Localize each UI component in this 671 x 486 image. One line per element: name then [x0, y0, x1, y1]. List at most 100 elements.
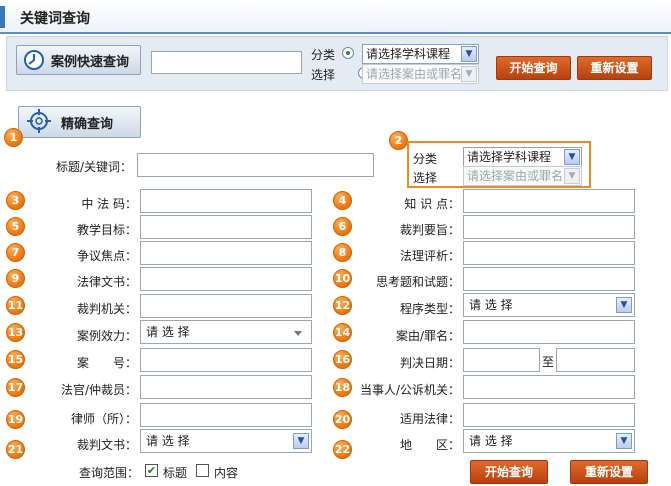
callout-number: 9: [6, 269, 25, 288]
scope-content-label: 内容: [214, 466, 239, 480]
precise-reason-value: 请选择案由或罪名: [467, 169, 564, 183]
label-legal-doc: 法律文书：: [76, 275, 137, 289]
label-cause: 案由/罪名：: [395, 329, 460, 343]
precise-search-label: 精确查询: [61, 116, 114, 132]
legal-doc-input[interactable]: [140, 267, 312, 291]
label-judicial-organ: 裁判机关：: [76, 302, 137, 316]
callout-number: 13: [6, 323, 25, 342]
quick-course-select[interactable]: 请选择学科课程 ▼: [362, 44, 479, 64]
callout-number: 6: [333, 217, 352, 236]
judgment-doc-select[interactable]: 请 选 择 ▼: [140, 429, 312, 453]
party-input[interactable]: [463, 375, 635, 399]
questions-input[interactable]: [463, 267, 635, 291]
callout-number: 21: [6, 440, 25, 459]
label-lawyer: 律师（所）：: [70, 412, 137, 426]
label-judge: 法官/仲裁员：: [60, 383, 137, 397]
scope-title-label: 标题: [163, 466, 188, 480]
quick-search-button[interactable]: 案例快速查询: [16, 45, 141, 75]
callout-number: 2: [389, 131, 408, 150]
date-to-label: 至: [542, 355, 555, 369]
case-effect-select[interactable]: 请 选 择: [140, 320, 312, 344]
keyword-label: 标题/关键词：: [56, 160, 133, 174]
label-case-effect: 案例效力：: [76, 329, 137, 343]
date-to-input[interactable]: [556, 348, 635, 372]
scope-label: 查询范围：: [79, 466, 140, 480]
cause-input[interactable]: [463, 320, 635, 344]
procedure-type-value: 请 选 择: [469, 298, 513, 312]
label-applicable-law: 适用法律：: [399, 412, 460, 426]
label-questions: 思考题和试题：: [375, 275, 460, 289]
callout-number: 11: [6, 296, 25, 315]
quick-reason-select: 请选择案由或罪名 ▼: [362, 64, 479, 84]
lawyer-input[interactable]: [140, 403, 312, 427]
label-knowledge: 知 识 点：: [404, 197, 460, 211]
label-region: 地 区：: [399, 438, 460, 452]
date-from-input[interactable]: [463, 348, 540, 372]
precise-course-value: 请选择学科课程: [467, 150, 552, 164]
quick-classify-label: 分类: [311, 48, 336, 62]
label-dispute-focus: 争议焦点：: [76, 249, 137, 263]
case-number-input[interactable]: [140, 348, 312, 372]
teaching-goal-input[interactable]: [140, 215, 312, 239]
clock-icon: [24, 50, 44, 70]
callout-number: 14: [333, 323, 352, 342]
scope-content-checkbox[interactable]: [196, 464, 209, 477]
label-teaching-goal: 教学目标：: [76, 223, 137, 237]
callout-number: 1: [4, 128, 23, 147]
callout-number: 22: [333, 440, 352, 459]
legal-analysis-input[interactable]: [463, 241, 635, 265]
callout-number: 3: [6, 191, 25, 210]
chevron-down-icon: ▼: [616, 433, 632, 449]
precise-reset-button[interactable]: 重新设置: [570, 460, 648, 484]
quick-classify-radio[interactable]: [342, 47, 354, 59]
chevron-down-icon: ▼: [564, 149, 580, 165]
label-ruling-gist: 裁判要旨：: [399, 223, 460, 237]
callout-number: 8: [333, 243, 352, 262]
quick-course-value: 请选择学科课程: [366, 47, 451, 61]
callout-number: 19: [6, 410, 25, 429]
callout-number: 5: [6, 217, 25, 236]
chevron-down-icon: ▼: [564, 168, 580, 184]
precise-classify-label: 分类: [413, 152, 438, 166]
precise-search-submit[interactable]: 开始查询: [470, 460, 548, 484]
quick-keyword-input[interactable]: [151, 51, 302, 74]
judge-input[interactable]: [140, 375, 312, 399]
chevron-down-icon: ▼: [616, 297, 632, 313]
callout-number: 4: [333, 191, 352, 210]
precise-course-select[interactable]: 请选择学科课程 ▼: [463, 147, 582, 167]
chevron-down-icon: ▼: [293, 433, 309, 449]
callout-number: 16: [333, 350, 352, 369]
quick-reason-value: 请选择案由或罪名: [366, 67, 463, 81]
label-party: 当事人/公诉机关：: [359, 383, 460, 397]
quick-search-label: 案例快速查询: [51, 54, 130, 70]
knowledge-input[interactable]: [463, 189, 635, 213]
region-value: 请 选 择: [469, 434, 513, 448]
keyword-input[interactable]: [137, 153, 374, 177]
ruling-gist-input[interactable]: [463, 215, 635, 239]
quick-select-label: 选择: [311, 68, 336, 82]
label-code: 中 法 码：: [81, 197, 137, 211]
region-select[interactable]: 请 选 择 ▼: [463, 429, 635, 453]
precise-search-button[interactable]: 精确查询: [18, 106, 141, 138]
dispute-focus-input[interactable]: [140, 241, 312, 265]
procedure-type-select[interactable]: 请 选 择 ▼: [463, 293, 635, 317]
applicable-law-input[interactable]: [463, 403, 635, 427]
quick-search-submit[interactable]: 开始查询: [496, 56, 571, 80]
precise-reason-select: 请选择案由或罪名 ▼: [463, 166, 582, 186]
callout-number: 17: [6, 378, 25, 397]
title-bar: 关键词查询: [0, 0, 671, 34]
callout-number: 20: [333, 410, 352, 429]
callout-number: 15: [6, 350, 25, 369]
judicial-organ-input[interactable]: [140, 294, 312, 318]
chevron-down-icon: ▼: [461, 66, 477, 82]
precise-select-label: 选择: [413, 171, 438, 185]
callout-number: 10: [333, 269, 352, 288]
callout-number: 18: [333, 378, 352, 397]
scope-title-checkbox[interactable]: ✔: [145, 464, 158, 477]
callout-number: 7: [6, 243, 25, 262]
quick-reset-button[interactable]: 重新设置: [577, 56, 652, 80]
page-title: 关键词查询: [20, 11, 90, 27]
case-effect-value: 请 选 择: [146, 325, 190, 339]
code-input[interactable]: [140, 189, 312, 213]
callout-number: 12: [333, 296, 352, 315]
